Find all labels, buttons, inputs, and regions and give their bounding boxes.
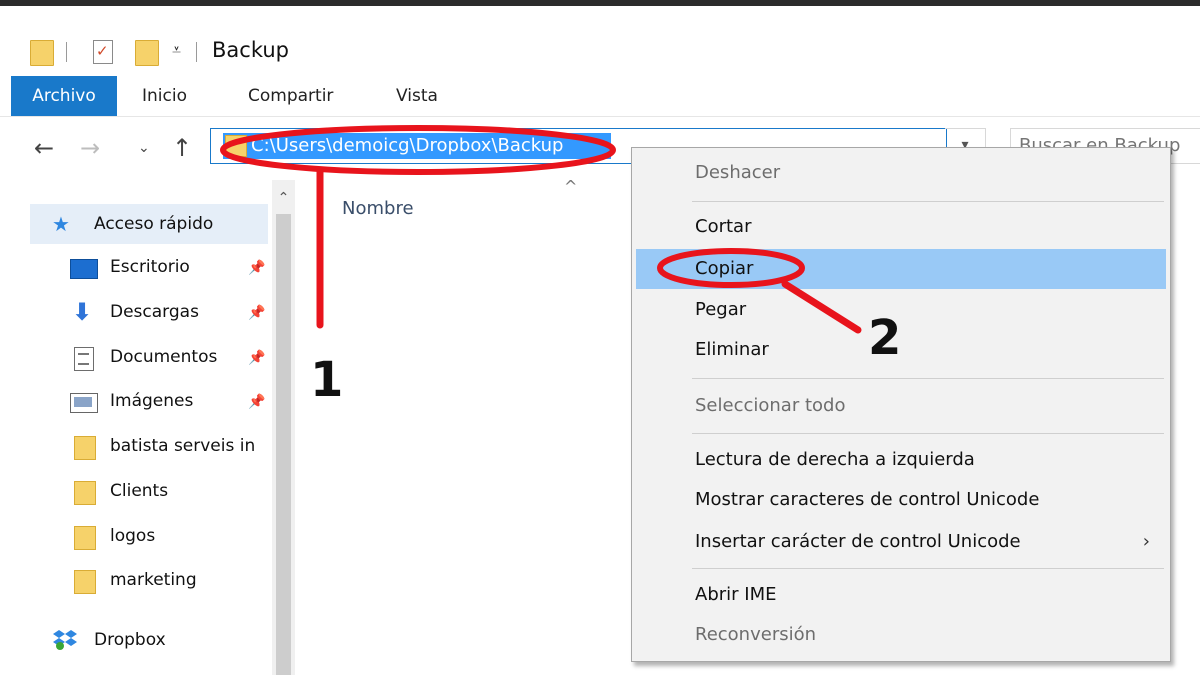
address-folder-icon: [225, 135, 247, 157]
context-menu: Deshacer Cortar Copiar Pegar Eliminar Se…: [631, 147, 1171, 662]
address-path[interactable]: C:\Users\demoicg\Dropbox\Backup: [251, 135, 564, 156]
nav-scrollbar[interactable]: ⌃: [272, 180, 295, 675]
star-icon: ★: [52, 212, 70, 236]
nav-label: Escritorio: [110, 257, 190, 277]
pin-icon[interactable]: 📌: [248, 350, 265, 366]
scroll-up-icon[interactable]: ⌃: [272, 190, 295, 206]
menu-item-insertar-unicode[interactable]: Insertar carácter de control Unicode ›: [636, 522, 1166, 562]
pin-icon[interactable]: 📌: [248, 260, 265, 276]
menu-separator: [692, 378, 1164, 379]
menu-separator: [692, 433, 1164, 434]
menu-item-deshacer[interactable]: Deshacer: [636, 153, 1166, 193]
properties-icon[interactable]: ✓: [93, 40, 113, 64]
menu-item-cortar[interactable]: Cortar: [636, 207, 1166, 247]
folder-icon: [30, 40, 54, 66]
nav-label: Clients: [110, 481, 169, 501]
nav-quick-access[interactable]: ★ Acceso rápido: [30, 204, 268, 244]
tab-inicio[interactable]: Inicio: [142, 76, 187, 116]
folder-icon: [74, 526, 96, 550]
navigation-pane: ★ Acceso rápido Escritorio 📌 ⬇ Descargas…: [0, 180, 295, 675]
submenu-arrow-icon: ›: [1142, 531, 1150, 552]
menu-item-lectura-rtl[interactable]: Lectura de derecha a izquierda: [636, 440, 1166, 480]
customize-toolbar-icon[interactable]: ⩡: [172, 40, 181, 60]
tab-vista[interactable]: Vista: [396, 76, 438, 116]
menu-item-reconversion[interactable]: Reconversión: [636, 615, 1166, 655]
download-icon: ⬇: [72, 298, 93, 326]
pictures-icon: [70, 393, 98, 413]
column-header-name[interactable]: Nombre: [342, 198, 414, 219]
document-icon: [74, 347, 94, 371]
annotation-step-1: 1: [310, 352, 344, 408]
title-bar: ✓ ⩡ Backup: [0, 6, 1200, 76]
nav-label: marketing: [110, 570, 197, 590]
divider: [196, 42, 197, 62]
folder-icon: [74, 481, 96, 505]
back-arrow-icon[interactable]: ←: [34, 134, 54, 162]
dropbox-icon: [53, 630, 77, 650]
ribbon-tabs: Archivo Inicio Compartir Vista: [0, 76, 1200, 117]
nav-label: Documentos: [110, 347, 218, 367]
menu-item-abrir-ime[interactable]: Abrir IME: [636, 575, 1166, 615]
forward-arrow-icon[interactable]: →: [80, 134, 100, 162]
menu-item-seleccionar-todo[interactable]: Seleccionar todo: [636, 386, 1166, 426]
tab-compartir[interactable]: Compartir: [248, 76, 333, 116]
menu-item-label: Insertar carácter de control Unicode: [695, 531, 1021, 552]
pin-icon[interactable]: 📌: [248, 394, 265, 410]
tab-archivo[interactable]: Archivo: [11, 76, 117, 116]
nav-label: batista serveis in: [110, 436, 256, 456]
nav-label: Descargas: [110, 302, 199, 322]
annotation-step-2: 2: [868, 310, 902, 366]
up-arrow-icon[interactable]: ↑: [172, 134, 192, 162]
pin-icon[interactable]: 📌: [248, 305, 265, 321]
folder-icon: [74, 436, 96, 460]
nav-label: logos: [110, 526, 156, 546]
window-title: Backup: [212, 38, 289, 62]
nav-label: Acceso rápido: [94, 214, 214, 234]
nav-label: Imágenes: [110, 391, 194, 411]
scroll-thumb[interactable]: [276, 214, 291, 675]
menu-separator: [692, 568, 1164, 569]
nav-label: Dropbox: [94, 630, 166, 650]
menu-separator: [692, 201, 1164, 202]
menu-item-copiar[interactable]: Copiar: [636, 249, 1166, 289]
folder-icon: [74, 570, 96, 594]
recent-locations-chevron-icon[interactable]: ⌄: [138, 140, 150, 156]
desktop-icon: [70, 259, 98, 279]
new-folder-icon[interactable]: [135, 40, 159, 66]
menu-item-mostrar-unicode[interactable]: Mostrar caracteres de control Unicode: [636, 480, 1166, 520]
sort-ascending-icon: ^: [564, 177, 578, 196]
divider: [66, 42, 67, 62]
